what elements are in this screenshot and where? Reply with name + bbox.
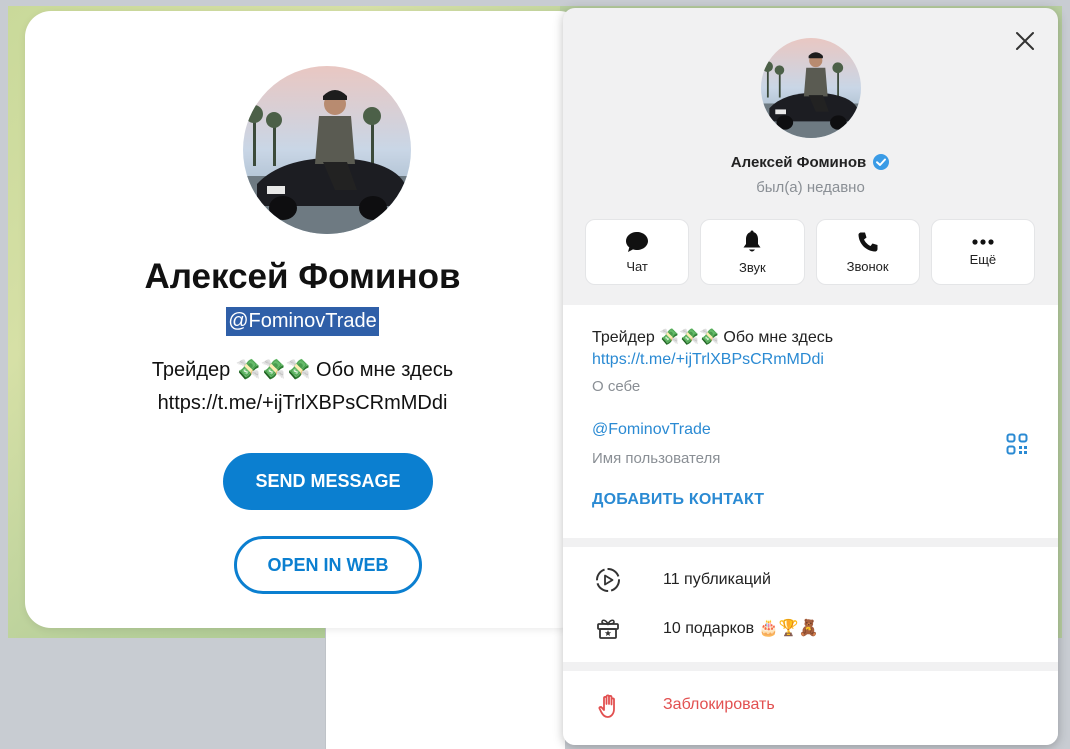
- call-label: Звонок: [846, 258, 889, 274]
- add-contact-button[interactable]: ДОБАВИТЬ КОНТАКТ: [592, 491, 764, 509]
- chat-label: Чат: [626, 258, 648, 274]
- profile-preview-card: Алексей Фоминов @FominovTrade Трейдер 💸💸…: [25, 11, 585, 628]
- close-icon[interactable]: [1014, 30, 1036, 52]
- gifts-count: 10 подарков 🎂🏆🧸: [663, 620, 819, 637]
- more-icon: [972, 238, 994, 245]
- bio-text: Трейдер 💸💸💸 Обо мне здесь: [592, 329, 834, 346]
- profile-name: Алексей Фоминов: [144, 257, 461, 296]
- gift-icon: [597, 619, 619, 639]
- qr-code-icon[interactable]: [1006, 433, 1028, 455]
- chat-icon: [626, 231, 649, 252]
- block-user-button[interactable]: Заблокировать: [663, 696, 775, 714]
- username-link[interactable]: @FominovTrade: [226, 307, 379, 336]
- send-message-button[interactable]: SEND MESSAGE: [223, 453, 433, 510]
- posts-count: 11 публикаций: [663, 571, 771, 588]
- hand-stop-icon: [598, 694, 615, 718]
- gifts-row[interactable]: 10 подарков 🎂🏆🧸: [563, 605, 1058, 651]
- profile-name: Алексей Фоминов: [730, 153, 867, 171]
- bio-label: О себе: [592, 378, 641, 395]
- bio-line: Трейдер 💸💸💸 Обо мне здесь: [151, 359, 454, 381]
- open-in-web-button[interactable]: OPEN IN WEB: [234, 536, 422, 594]
- username-row: @FominovTrade: [25, 307, 580, 336]
- phone-icon: [858, 232, 878, 251]
- block-section: Заблокировать: [563, 671, 1058, 745]
- chat-button[interactable]: Чат: [585, 219, 690, 285]
- bio-link[interactable]: https://t.me/+ijTrlXBPsCRmMDdi: [592, 351, 824, 369]
- avatar: [761, 38, 861, 138]
- more-label: Ещё: [969, 251, 997, 267]
- username-link[interactable]: @FominovTrade: [592, 421, 711, 439]
- avatar: [243, 66, 411, 234]
- call-button[interactable]: Звонок: [815, 219, 920, 285]
- last-seen-status: был(а) недавно: [756, 179, 865, 196]
- profile-actions: Чат Звук Звонок Ещё: [585, 219, 1035, 285]
- more-button[interactable]: Ещё: [930, 219, 1035, 285]
- username-label: Имя пользователя: [592, 450, 721, 467]
- bio: Трейдер 💸💸💸 Обо мне здесь https://t.me/+…: [25, 354, 580, 420]
- posts-row[interactable]: 11 публикаций: [563, 557, 1058, 603]
- verified-badge-icon: [873, 154, 890, 170]
- bell-icon: [743, 230, 761, 251]
- mute-button[interactable]: Звук: [700, 219, 805, 285]
- profile-name-row: Алексей Фоминов: [563, 153, 1058, 171]
- bio-link[interactable]: https://t.me/+ijTrlXBPsCRmMDdi: [25, 387, 580, 420]
- mute-label: Звук: [739, 259, 766, 275]
- info-section: Трейдер 💸💸💸 Обо мне здесь https://t.me/+…: [563, 305, 1058, 538]
- avatar-photo: [243, 66, 411, 234]
- avatar-photo: [761, 38, 861, 138]
- stories-icon: [596, 568, 620, 592]
- stats-section: 11 публикаций 10 подарков 🎂🏆🧸: [563, 547, 1058, 662]
- profile-panel: Алексей Фоминов был(а) недавно Чат Звук: [563, 8, 1058, 745]
- background-strip: [0, 638, 325, 749]
